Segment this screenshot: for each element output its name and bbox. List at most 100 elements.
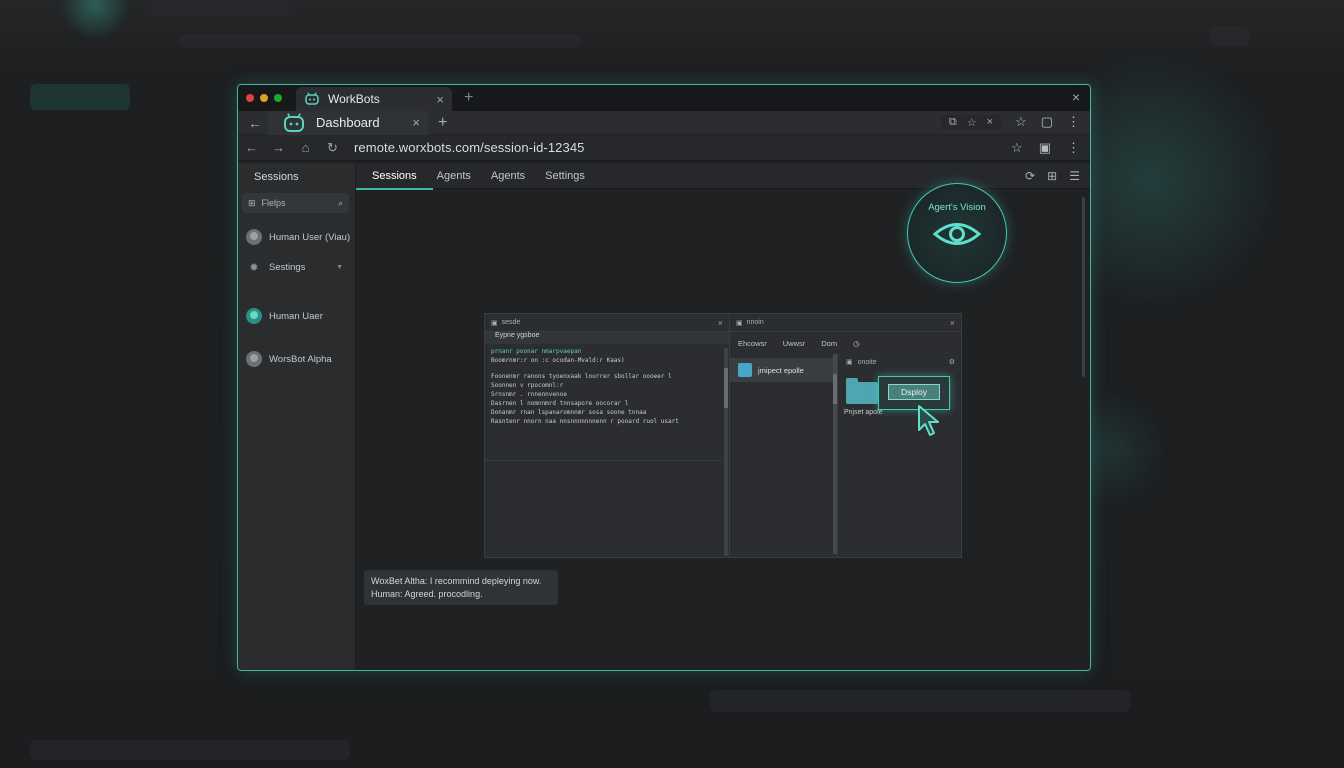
- maximize-dot[interactable]: [274, 94, 282, 102]
- screenshot-icon[interactable]: ⧉: [949, 116, 957, 129]
- back-arrow-icon[interactable]: ←: [248, 115, 268, 131]
- search-placeholder: Flelps: [261, 198, 286, 208]
- code-line: Dasrnen l nomnnmrd tnnsapore oocorar l: [491, 400, 629, 407]
- chevron-down-icon[interactable]: ▼: [336, 264, 343, 271]
- sidebar-item-label: Human Uaer: [269, 310, 323, 322]
- sidebar: Sessions ⊞ Flelps ⌕ Human User (Viau) ✹ …: [238, 163, 356, 670]
- back-icon[interactable]: ←: [238, 140, 265, 155]
- address-bar-actions: ☆ ▣ ⋮: [1011, 140, 1080, 156]
- url-input[interactable]: remote.worxbots.com/session-id-12345: [354, 140, 584, 155]
- editor-scrollbar[interactable]: [724, 348, 728, 556]
- tab-agents-2[interactable]: Agents: [491, 170, 525, 182]
- tab-settings[interactable]: Settings: [545, 170, 585, 182]
- menu-dots-icon[interactable]: ⋮: [1067, 114, 1080, 130]
- code-line: Boomrnmr:r on :c ocodan-Mvald:r Kaas): [491, 357, 625, 364]
- mouse-cursor-icon: [918, 405, 939, 436]
- main-content: Sessions Agents Agents Settings ⟳ ⊞ ☰ Ag…: [356, 163, 1090, 670]
- eye-icon: [932, 223, 982, 245]
- sidebar-item-human-user-view[interactable]: Human User (Viau): [238, 229, 355, 245]
- close-dot[interactable]: [246, 94, 254, 102]
- chat-line: WoxBet Altha: I recommind depleying now.: [371, 576, 542, 586]
- folder-label: Pnjset apole: [844, 409, 883, 416]
- address-bar: ← → ⌂ ↻ remote.worxbots.com/session-id-1…: [238, 135, 1090, 161]
- extension-pill[interactable]: ⧉ ☆ ×: [940, 114, 1002, 130]
- topnav-actions: ⟳ ⊞ ☰: [1025, 169, 1080, 183]
- deploy-button[interactable]: Dsploy: [888, 384, 940, 400]
- file-name: jmipect epolle: [758, 365, 804, 375]
- filter-icon: ⊞: [248, 197, 256, 208]
- chat-message: WoxBet Altha: I recommind depleying now.…: [364, 570, 558, 605]
- tab-close-icon[interactable]: ×: [436, 92, 444, 107]
- tab-agents[interactable]: Agents: [437, 170, 471, 182]
- code-editor-pane: ▣ sesde × Eypne ygsboe prnanr poonar nma…: [485, 314, 730, 557]
- new-tab-button[interactable]: +: [438, 114, 447, 132]
- folder-icon[interactable]: [846, 378, 878, 404]
- file-manager-toolbar: Ehcowsr Uwwsr Dom ◷: [730, 332, 961, 354]
- close-icon[interactable]: ×: [987, 116, 993, 129]
- new-tab-button[interactable]: +: [464, 89, 473, 107]
- code-line: Foonenmr ranons tyoenxaak lourrer sbolla…: [491, 373, 672, 380]
- close-icon[interactable]: ×: [950, 318, 955, 328]
- toolbar-item[interactable]: Uwwsr: [783, 339, 806, 348]
- main-scrollbar[interactable]: [1082, 197, 1085, 377]
- sidebar-item-label: Human User (Viau): [269, 231, 351, 243]
- sidebar-item-settings[interactable]: ✹ Sestings ▼: [238, 261, 355, 274]
- sidebar-title: Sessions: [254, 171, 299, 183]
- sidebar-search[interactable]: ⊞ Flelps ⌕: [242, 193, 349, 213]
- top-navigation: Sessions Agents Agents Settings ⟳ ⊞ ☰: [356, 163, 1090, 190]
- reload-icon[interactable]: ↻: [319, 140, 346, 156]
- clock-icon[interactable]: ◷: [853, 339, 860, 348]
- pane-title: sesde: [501, 319, 521, 326]
- sidebar-item-human-user[interactable]: Human Uaer: [238, 308, 355, 324]
- minimize-dot[interactable]: [260, 94, 268, 102]
- sidebar-item-label: Sestings: [269, 262, 306, 273]
- second-tab-bar: ← Dashboard × + ⧉ ☆ × ☆ ▢ ⋮: [238, 110, 1090, 135]
- close-icon[interactable]: ×: [718, 318, 723, 328]
- tab-close-icon[interactable]: ×: [412, 115, 420, 130]
- bookmark-icon[interactable]: ☆: [1011, 140, 1023, 156]
- window-icon[interactable]: ▢: [1041, 114, 1053, 130]
- refresh-icon[interactable]: ⟳: [1025, 169, 1035, 183]
- settings-icon[interactable]: ⚙: [949, 358, 955, 366]
- tab-title: Dashboard: [316, 115, 380, 130]
- toolbar-right: ⧉ ☆ × ☆ ▢ ⋮: [940, 114, 1080, 130]
- tab-dashboard[interactable]: Dashboard ×: [268, 110, 428, 135]
- forward-icon[interactable]: →: [265, 140, 292, 155]
- code-line: Soonnen v rpocomnl:r: [491, 382, 564, 389]
- window-icon: ▣: [846, 359, 853, 366]
- code-line: prnanr poonar nmarpvaepan: [491, 348, 582, 355]
- remote-screen[interactable]: ▣ sesde × Eypne ygsboe prnanr poonar nma…: [484, 313, 962, 558]
- browser-window: WorkBots × + × ← Dashboard × + ⧉ ☆ × ☆ ▢…: [237, 84, 1091, 671]
- extension-icon[interactable]: ▣: [1039, 140, 1051, 156]
- tab-workbots[interactable]: WorkBots ×: [296, 87, 452, 111]
- toolbar-item[interactable]: Dom: [821, 339, 837, 348]
- app-area: Sessions ⊞ Flelps ⌕ Human User (Viau) ✹ …: [238, 163, 1090, 670]
- code-tabs[interactable]: Eypne ygsboe: [485, 332, 729, 344]
- detail-header: ▣ onoite ⚙: [842, 354, 955, 370]
- file-list: jmipect epolle: [730, 354, 838, 557]
- menu-dots-icon[interactable]: ⋮: [1067, 140, 1080, 156]
- file-detail: ▣ onoite ⚙ Pnjset apole Dsploy: [842, 354, 955, 557]
- window-close-icon[interactable]: ×: [1072, 89, 1080, 105]
- terminal-panel[interactable]: [485, 460, 721, 557]
- file-manager-pane: ▣ nnoin × Ehcowsr Uwwsr Dom ◷ jmipect ep…: [730, 314, 961, 557]
- bookmark-star-icon[interactable]: ☆: [1015, 114, 1027, 130]
- robot-icon: [284, 112, 304, 132]
- pane-title: nnoin: [746, 319, 764, 326]
- window-icon: ▣: [736, 319, 743, 327]
- avatar: [246, 351, 262, 367]
- hamburger-menu-icon[interactable]: ☰: [1069, 169, 1080, 183]
- tab-sessions[interactable]: Sessions: [356, 170, 433, 190]
- file-list-scrollbar[interactable]: [833, 354, 837, 554]
- toolbar-item[interactable]: Ehcowsr: [738, 339, 767, 348]
- sidebar-item-worxbot-alpha[interactable]: WorsBot Alpha: [238, 351, 355, 367]
- code-line: Srnsnmr . rnnennvenoe: [491, 391, 567, 398]
- grid-icon[interactable]: ⊞: [1047, 169, 1057, 183]
- window-controls: [246, 94, 282, 102]
- list-item[interactable]: jmipect epolle: [730, 358, 837, 382]
- home-icon[interactable]: ⌂: [292, 140, 319, 155]
- avatar: [246, 308, 262, 324]
- window-icon: ▣: [491, 319, 498, 327]
- star-icon[interactable]: ☆: [967, 116, 977, 129]
- search-icon[interactable]: ⌕: [338, 198, 343, 209]
